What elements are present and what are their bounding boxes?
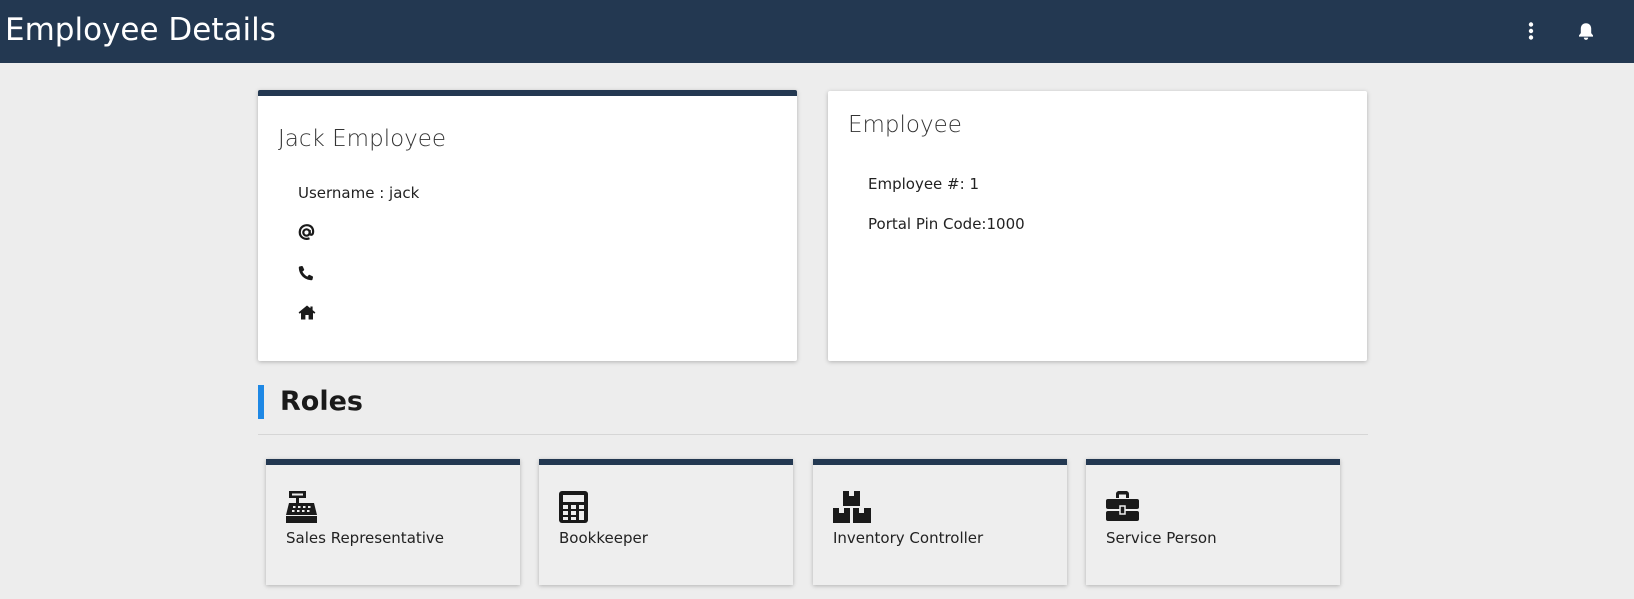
role-label: Service Person: [1106, 529, 1217, 547]
home-icon: [298, 305, 316, 320]
role-card-service-person[interactable]: Service Person: [1086, 459, 1340, 585]
portal-pin-code: Portal Pin Code:1000: [868, 215, 1025, 233]
username-label: Username : jack: [298, 184, 420, 202]
cash-register-icon: [286, 491, 317, 523]
profile-card: Jack Employee Username : jack: [258, 90, 797, 361]
calculator-icon: [559, 491, 588, 523]
page-title: Employee Details: [5, 12, 276, 48]
boxes-icon: [833, 491, 871, 523]
at-icon: [298, 224, 315, 240]
phone-icon: [298, 265, 314, 281]
role-label: Inventory Controller: [833, 529, 984, 547]
employee-name: Jack Employee: [278, 126, 447, 152]
employee-number: Employee #: 1: [868, 175, 979, 193]
role-label: Bookkeeper: [559, 529, 648, 547]
roles-heading: Roles: [258, 385, 363, 419]
notifications-button[interactable]: [1573, 18, 1599, 44]
toolbox-icon: [1106, 491, 1139, 521]
email-row: [298, 224, 315, 241]
employee-info-card: Employee Employee #: 1 Portal Pin Code:1…: [828, 91, 1367, 361]
phone-row: [298, 265, 314, 281]
role-card-inventory-controller[interactable]: Inventory Controller: [813, 459, 1067, 585]
role-card-sales-representative[interactable]: Sales Representative: [266, 459, 520, 585]
username-row: Username : jack: [298, 184, 419, 202]
employee-card-title: Employee: [848, 112, 962, 138]
address-row: [298, 305, 316, 320]
roles-divider: [258, 434, 1368, 435]
more-options-button[interactable]: [1518, 18, 1544, 44]
vertical-dots-icon: [1528, 22, 1534, 40]
app-header: Employee Details: [0, 0, 1634, 63]
bell-icon: [1579, 22, 1593, 40]
role-card-bookkeeper[interactable]: Bookkeeper: [539, 459, 793, 585]
role-label: Sales Representative: [286, 529, 445, 547]
